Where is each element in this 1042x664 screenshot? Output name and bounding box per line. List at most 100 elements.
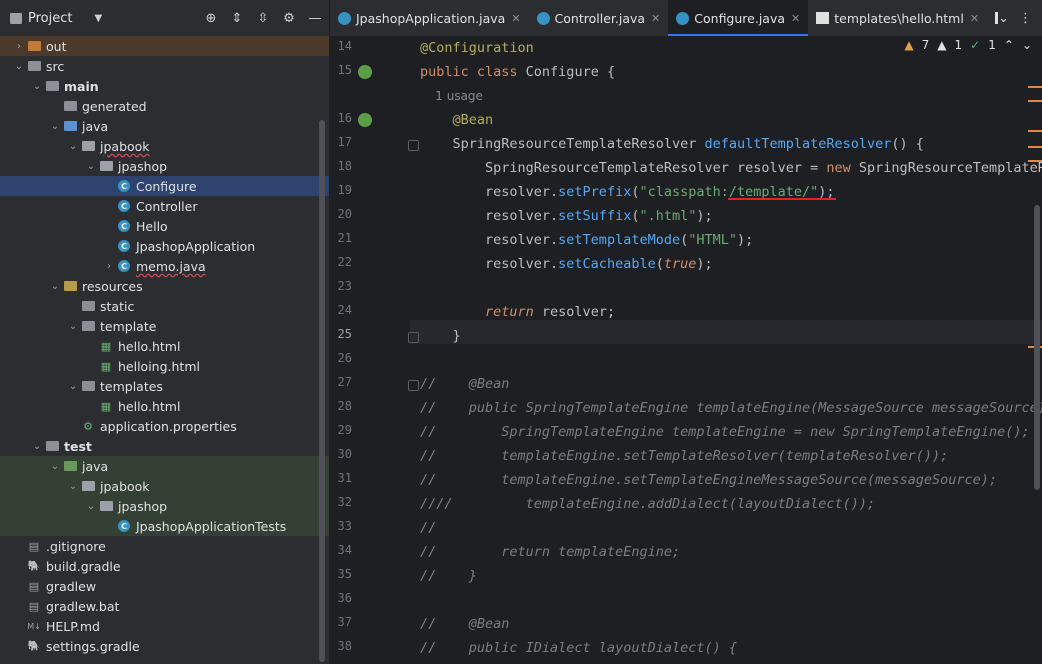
- fold-marker-icon[interactable]: [408, 332, 419, 343]
- tree-item[interactable]: ▤ gradlew.bat: [0, 596, 329, 616]
- editor-tab[interactable]: Configure.java ✕: [668, 0, 809, 36]
- tree-item[interactable]: › Cmemo.java: [0, 256, 329, 276]
- tree-item[interactable]: ⌄ template: [0, 316, 329, 336]
- expand-arrow-icon[interactable]: ⌄: [48, 461, 62, 472]
- close-tab-icon[interactable]: ✕: [651, 12, 660, 25]
- expand-arrow-icon[interactable]: ⌄: [84, 161, 98, 172]
- tree-item[interactable]: ⌄ main: [0, 76, 329, 96]
- expand-arrow-icon[interactable]: ›: [102, 261, 116, 272]
- code-line: @Configuration: [420, 36, 534, 60]
- code-token: (: [655, 256, 664, 272]
- expand-arrow-icon[interactable]: ⌄: [48, 281, 62, 292]
- tree-item[interactable]: 🐘 build.gradle: [0, 556, 329, 576]
- expand-arrow-icon[interactable]: ⌄: [66, 481, 80, 492]
- tree-item[interactable]: ⌄ jpashop: [0, 496, 329, 516]
- expand-arrow-icon[interactable]: ›: [12, 41, 26, 52]
- tree-item[interactable]: ⌄ resources: [0, 276, 329, 296]
- folder-icon: [62, 119, 78, 133]
- hide-icon[interactable]: —: [305, 8, 325, 28]
- code-line: // templateEngine.setTemplateEngineMessa…: [420, 468, 997, 492]
- tree-item[interactable]: C JpashopApplication: [0, 236, 329, 256]
- gear-icon[interactable]: ⚙: [279, 8, 299, 28]
- project-scrollbar[interactable]: [319, 120, 325, 662]
- tree-item[interactable]: ⌄ jpashop: [0, 156, 329, 176]
- expand-arrow-icon[interactable]: ⌄: [66, 321, 80, 332]
- tree-item-label: HELP.md: [46, 618, 100, 634]
- expand-all-icon[interactable]: ⇕: [227, 8, 247, 28]
- tree-item[interactable]: C Configure: [0, 176, 329, 196]
- expand-arrow-icon[interactable]: ⌄: [66, 141, 80, 152]
- expand-arrow-icon[interactable]: ⌄: [30, 81, 44, 92]
- warning-count: 7: [921, 38, 930, 52]
- fold-marker-icon[interactable]: [408, 140, 419, 151]
- locate-icon[interactable]: ⊕: [201, 8, 221, 28]
- tree-item[interactable]: ▦ hello.html: [0, 396, 329, 416]
- expand-arrow-icon[interactable]: ⌄: [66, 381, 80, 392]
- tree-item[interactable]: C Controller: [0, 196, 329, 216]
- tree-item[interactable]: generated: [0, 96, 329, 116]
- fold-marker-icon[interactable]: [408, 380, 419, 391]
- expand-arrow-icon[interactable]: ⌄: [84, 501, 98, 512]
- tree-item[interactable]: ⌄ src: [0, 56, 329, 76]
- close-tab-icon[interactable]: ✕: [791, 12, 800, 25]
- editor-scrollbar[interactable]: [1034, 205, 1040, 490]
- tree-item[interactable]: ▦ hello.html: [0, 336, 329, 356]
- inspection-widget[interactable]: ▲ 7 ▲ 1 ✓ 1 ⌃ ⌄: [904, 38, 1032, 52]
- tree-item-label: memo.java: [136, 258, 206, 274]
- line-number: 36: [337, 591, 352, 605]
- error-stripe-mark[interactable]: [1028, 100, 1042, 102]
- code-token: resolver.: [420, 256, 559, 272]
- editor-tab[interactable]: templates\hello.html ✕: [808, 0, 987, 36]
- tree-item[interactable]: ⌄ java: [0, 456, 329, 476]
- tree-item[interactable]: ⚙ application.properties: [0, 416, 329, 436]
- tree-item[interactable]: ⌄ templates: [0, 376, 329, 396]
- editor-gutter: 14 15 16 17 18 19 20 21 22 23 24 25 26 27 28 29 30 31 32 33…: [330, 36, 419, 664]
- expand-arrow-icon[interactable]: ⌄: [12, 61, 26, 72]
- package-icon: [98, 499, 114, 513]
- tree-item[interactable]: 🐘 settings.gradle: [0, 636, 329, 656]
- tree-item[interactable]: ⌄ java: [0, 116, 329, 136]
- tree-item-label: helloing.html: [118, 358, 200, 374]
- tree-item[interactable]: ⌄ jpabook: [0, 136, 329, 156]
- tree-item[interactable]: › out: [0, 36, 329, 56]
- tree-item[interactable]: ⌄ test: [0, 436, 329, 456]
- more-options-icon[interactable]: ⋮: [1019, 11, 1032, 26]
- java-class-icon: [676, 11, 690, 25]
- tree-item[interactable]: ▦ helloing.html: [0, 356, 329, 376]
- previous-highlight-icon[interactable]: ⌃: [1004, 38, 1014, 52]
- tree-item[interactable]: C JpashopApplicationTests: [0, 516, 329, 536]
- code-editor[interactable]: @Configuration public class Configure { 1…: [420, 36, 1042, 664]
- collapse-all-icon[interactable]: ⇳: [253, 8, 273, 28]
- spring-bean-icon[interactable]: [358, 65, 372, 79]
- close-tab-icon[interactable]: ✕: [511, 12, 520, 25]
- tree-item-label: jpashop: [118, 498, 168, 514]
- code-token: 1 usage: [420, 89, 483, 103]
- tabs-dropdown-icon[interactable]: ⌄: [998, 11, 1009, 26]
- tree-item[interactable]: ▤ .gitignore: [0, 536, 329, 556]
- code-token: =: [802, 160, 827, 176]
- error-stripe-mark[interactable]: [1028, 130, 1042, 132]
- tree-item[interactable]: M↓ HELP.md: [0, 616, 329, 636]
- code-token: setCacheable: [558, 256, 656, 272]
- tree-item-label: Hello: [136, 218, 168, 234]
- tree-item[interactable]: ⌄ jpabook: [0, 476, 329, 496]
- error-stripe-mark[interactable]: [1028, 86, 1042, 88]
- tree-item-label: jpabook: [100, 138, 150, 154]
- editor-tab[interactable]: JpashopApplication.java ✕: [330, 0, 529, 36]
- tree-item[interactable]: static: [0, 296, 329, 316]
- tree-item[interactable]: ▤ gradlew: [0, 576, 329, 596]
- expand-arrow-icon[interactable]: ⌄: [30, 441, 44, 452]
- tree-item[interactable]: C Hello: [0, 216, 329, 236]
- file-icon: ▤: [28, 579, 40, 593]
- line-number: 14: [337, 39, 352, 53]
- error-stripe-mark[interactable]: [1028, 146, 1042, 148]
- project-view-selector[interactable]: Project ▼: [0, 11, 102, 26]
- next-highlight-icon[interactable]: ⌄: [1022, 38, 1032, 52]
- close-tab-icon[interactable]: ✕: [970, 12, 979, 25]
- spring-bean-icon[interactable]: [358, 113, 372, 127]
- expand-arrow-icon[interactable]: ⌄: [48, 121, 62, 132]
- line-number: 25: [337, 327, 352, 341]
- editor-tab[interactable]: Controller.java ✕: [529, 0, 669, 36]
- editor-tabs: JpashopApplication.java ✕ Controller.java ✕…: [330, 0, 1042, 37]
- error-stripe-mark[interactable]: [1028, 160, 1042, 162]
